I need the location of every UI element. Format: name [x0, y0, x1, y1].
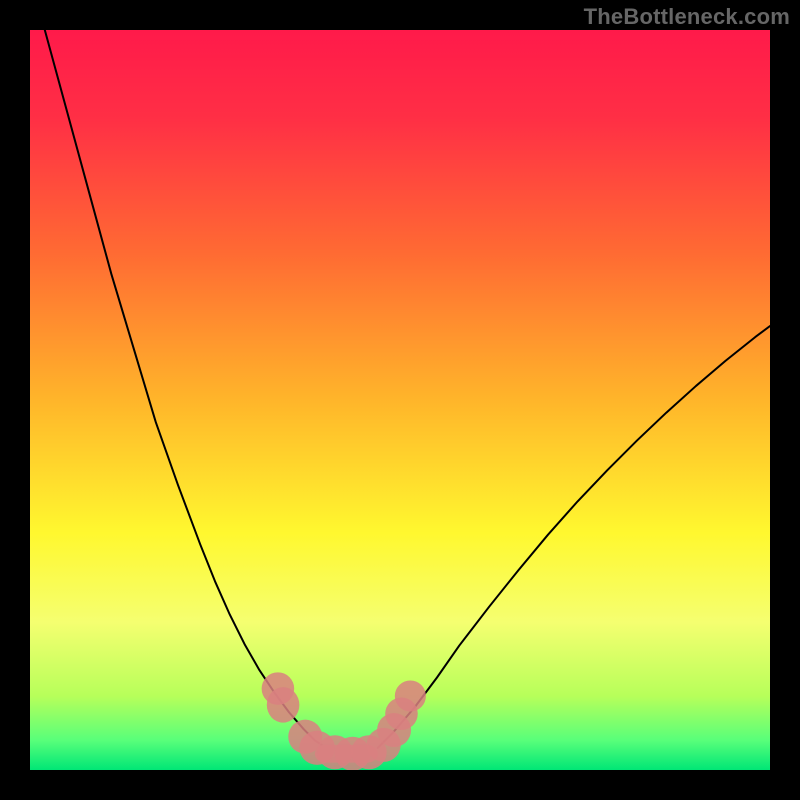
gradient-bg [30, 30, 770, 770]
plot-area [30, 30, 770, 770]
chart-svg [30, 30, 770, 770]
chart-frame: TheBottleneck.com [0, 0, 800, 800]
marker-point-1 [267, 687, 300, 723]
marker-point-10 [395, 680, 426, 711]
watermark-text: TheBottleneck.com [584, 4, 790, 30]
